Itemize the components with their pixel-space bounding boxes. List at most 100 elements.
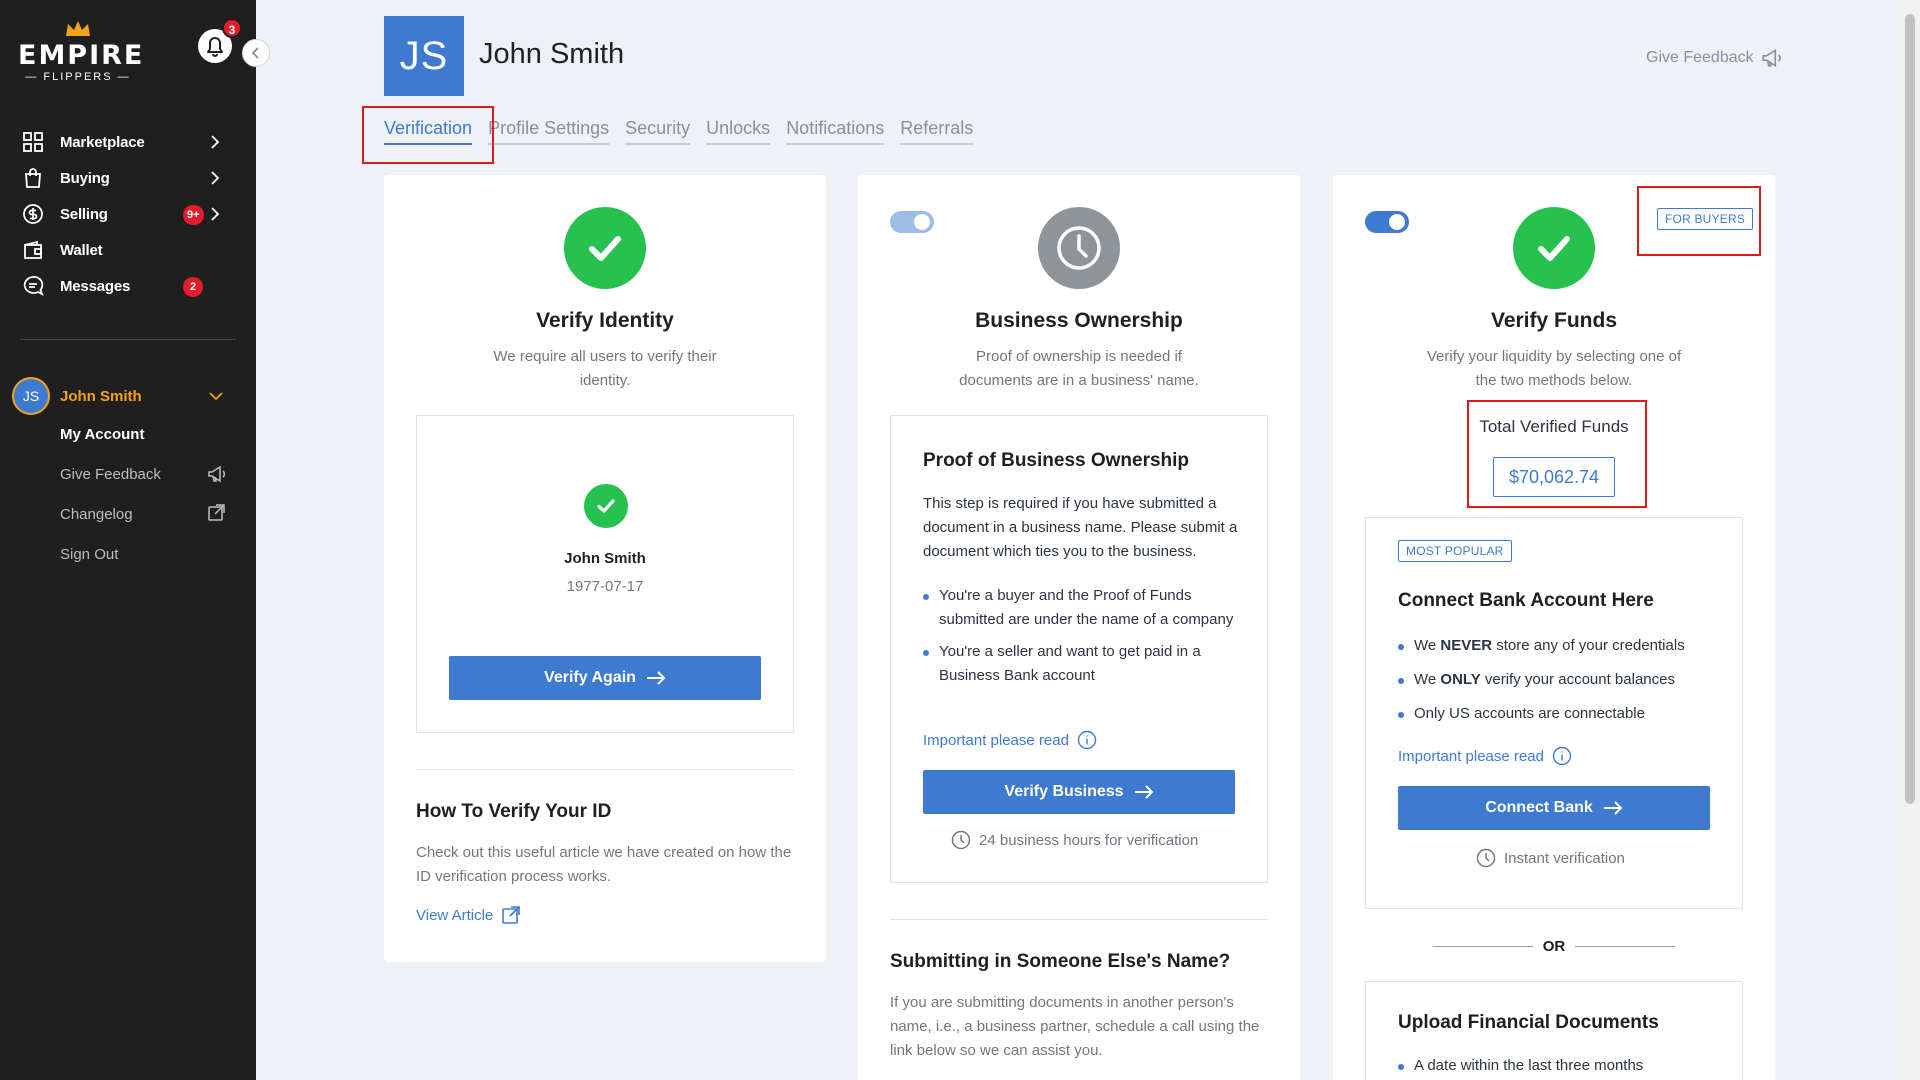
grid-icon bbox=[20, 129, 46, 155]
sidebar-item-label: Wallet bbox=[60, 241, 103, 259]
list-item: A date within the last three months bbox=[1398, 1054, 1728, 1078]
menu-label: Give Feedback bbox=[60, 465, 161, 483]
identity-status-box: John Smith 1977-07-17 Verify Again bbox=[416, 415, 794, 733]
verify-business-button[interactable]: Verify Business bbox=[923, 770, 1235, 814]
external-link-icon bbox=[208, 504, 225, 521]
menu-label: Sign Out bbox=[60, 545, 119, 563]
menu-label: My Account bbox=[60, 425, 145, 443]
list-item: You're a seller and want to get paid in … bbox=[923, 640, 1245, 688]
menu-my-account[interactable]: My Account bbox=[60, 420, 240, 448]
someone-else-description: If you are submitting documents in anoth… bbox=[890, 994, 1260, 1059]
info-icon bbox=[1077, 730, 1097, 750]
instant-verification: Instant verification bbox=[1476, 848, 1625, 868]
crown-icon bbox=[66, 21, 90, 36]
verify-funds-toggle[interactable] bbox=[1365, 211, 1409, 233]
success-status bbox=[584, 484, 628, 528]
sidebar-item-selling[interactable]: Selling 9+ bbox=[0, 196, 256, 232]
howto-title: How To Verify Your ID bbox=[416, 801, 612, 822]
verify-identity-card: Verify Identity We require all users to … bbox=[384, 175, 826, 962]
chevron-right-icon bbox=[211, 171, 220, 185]
dollar-circle-icon bbox=[20, 201, 46, 227]
card-title: Verify Identity bbox=[536, 309, 674, 332]
upload-documents-box: Upload Financial Documents A date within… bbox=[1365, 981, 1743, 1080]
toggle-knob bbox=[914, 214, 930, 230]
arrow-right-icon bbox=[1134, 785, 1153, 799]
user-name: John Smith bbox=[60, 387, 142, 405]
selling-badge: 9+ bbox=[183, 205, 204, 225]
link-label: Important please read bbox=[923, 731, 1069, 749]
connect-bank-box: MOST POPULAR Connect Bank Account Here W… bbox=[1365, 517, 1743, 909]
user-menu-toggle[interactable]: JS John Smith bbox=[12, 376, 242, 416]
profile-avatar: JS bbox=[384, 16, 464, 96]
scrollbar-thumb[interactable] bbox=[1905, 14, 1915, 804]
list-item: Only US accounts are connectable bbox=[1398, 702, 1728, 726]
or-divider-right bbox=[1575, 946, 1675, 947]
arrow-right-icon bbox=[646, 671, 666, 685]
chevron-right-icon bbox=[211, 207, 220, 221]
someone-else-title: Submitting in Someone Else's Name? bbox=[890, 951, 1231, 972]
or-label: OR bbox=[1542, 938, 1566, 955]
clock-icon bbox=[1476, 848, 1496, 868]
upload-title: Upload Financial Documents bbox=[1398, 1012, 1659, 1033]
business-ownership-toggle[interactable] bbox=[890, 211, 934, 233]
checkmark-icon bbox=[1538, 236, 1570, 261]
card-title: Business Ownership bbox=[975, 309, 1183, 332]
info-icon bbox=[1552, 746, 1572, 766]
sidebar-item-wallet[interactable]: Wallet bbox=[0, 232, 256, 268]
give-feedback-label: Give Feedback bbox=[1646, 49, 1754, 66]
sidebar-item-label: Messages bbox=[60, 277, 131, 295]
chevron-down-icon bbox=[209, 392, 223, 401]
menu-give-feedback[interactable]: Give Feedback bbox=[60, 460, 240, 488]
verify-again-button[interactable]: Verify Again bbox=[449, 656, 761, 700]
verified-name: John Smith bbox=[564, 550, 646, 567]
success-status bbox=[1513, 207, 1595, 289]
tab-profile-settings[interactable]: Profile Settings bbox=[488, 118, 610, 145]
sidebar-item-marketplace[interactable]: Marketplace bbox=[0, 124, 256, 160]
tab-notifications[interactable]: Notifications bbox=[786, 118, 885, 145]
chat-icon bbox=[20, 273, 46, 299]
toggle-knob bbox=[1389, 214, 1405, 230]
empire-flippers-logo[interactable]: EMPIRE — FLIPPERS — bbox=[18, 18, 145, 84]
list-item: You're a buyer and the Proof of Funds su… bbox=[923, 584, 1245, 632]
connect-bank-button[interactable]: Connect Bank bbox=[1398, 786, 1710, 830]
collapse-sidebar-button[interactable] bbox=[242, 39, 270, 67]
sidebar-divider bbox=[20, 339, 236, 340]
tab-referrals[interactable]: Referrals bbox=[900, 118, 974, 145]
card-description: Proof of ownership is needed if document… bbox=[959, 348, 1199, 389]
success-status bbox=[564, 207, 646, 289]
bank-bullets: We NEVER store any of your credentials W… bbox=[1398, 634, 1728, 726]
howto-description: Check out this useful article we have cr… bbox=[416, 844, 792, 885]
or-divider-left bbox=[1433, 946, 1533, 947]
view-article-link[interactable]: View Article bbox=[416, 905, 521, 925]
tab-unlocks[interactable]: Unlocks bbox=[706, 118, 771, 145]
sidebar-item-label: Marketplace bbox=[60, 133, 145, 151]
tab-verification[interactable]: Verification bbox=[384, 118, 473, 145]
arrow-right-icon bbox=[1603, 801, 1623, 815]
upload-bullets: A date within the last three months bbox=[1398, 1054, 1728, 1078]
messages-badge: 2 bbox=[183, 277, 203, 297]
total-verified-funds-label: Total Verified Funds bbox=[1479, 417, 1629, 436]
checkmark-icon bbox=[589, 236, 621, 261]
give-feedback-link[interactable]: Give Feedback bbox=[1646, 46, 1784, 70]
proof-bullets: You're a buyer and the Proof of Funds su… bbox=[923, 584, 1245, 688]
sidebar-item-buying[interactable]: Buying bbox=[0, 160, 256, 196]
for-buyers-tag: FOR BUYERS bbox=[1657, 208, 1754, 230]
logo-wordmark: EMPIRE bbox=[18, 40, 145, 71]
megaphone-icon bbox=[208, 465, 226, 483]
sidebar-item-messages[interactable]: Messages 2 bbox=[0, 268, 256, 304]
verification-time: 24 business hours for verification bbox=[951, 830, 1198, 850]
chevron-left-icon bbox=[251, 47, 259, 59]
important-read-link[interactable]: Important please read bbox=[1398, 746, 1572, 766]
menu-sign-out[interactable]: Sign Out bbox=[60, 540, 240, 568]
logo-subtext: — FLIPPERS — bbox=[25, 71, 131, 83]
proof-of-business-box: Proof of Business Ownership This step is… bbox=[890, 415, 1268, 883]
card-description: Verify your liquidity by selecting one o… bbox=[1426, 348, 1682, 389]
notifications-badge: 3 bbox=[222, 18, 242, 38]
avatar: JS bbox=[12, 377, 50, 415]
button-label: Connect Bank bbox=[1485, 799, 1593, 816]
menu-changelog[interactable]: Changelog bbox=[60, 500, 240, 528]
tab-security[interactable]: Security bbox=[625, 118, 691, 145]
clock-icon bbox=[1057, 226, 1101, 270]
important-read-link[interactable]: Important please read bbox=[923, 730, 1097, 750]
wallet-icon bbox=[20, 237, 46, 263]
